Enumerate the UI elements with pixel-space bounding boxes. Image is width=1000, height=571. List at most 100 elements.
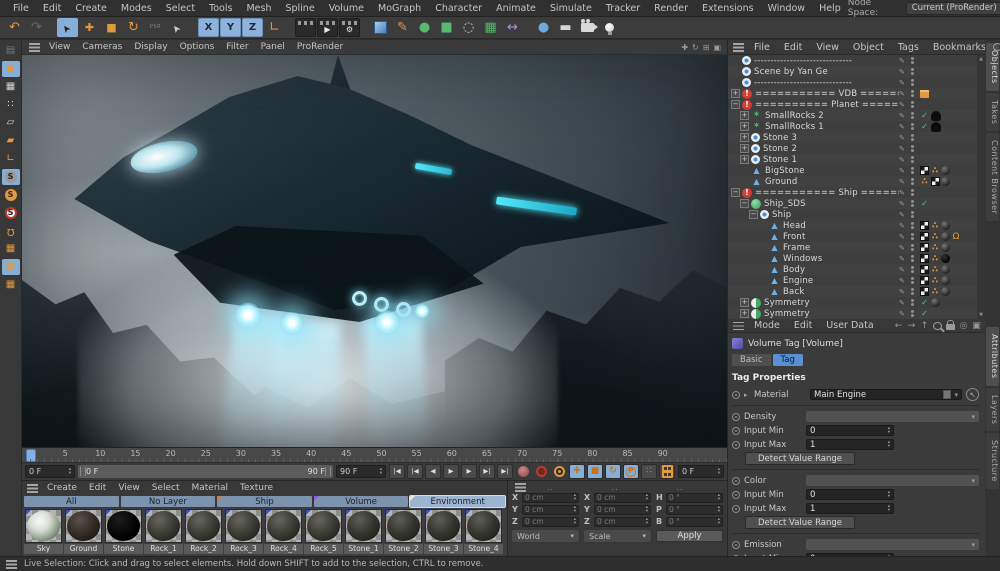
new-panel-icon[interactable]: ▣ — [972, 321, 981, 331]
panel-tab-structure[interactable]: Structure — [986, 433, 999, 490]
expander-icon[interactable]: + — [740, 298, 749, 307]
emission-dropdown[interactable]: ▾ — [806, 539, 979, 550]
stepper-icon[interactable]: ▴▾ — [718, 505, 720, 514]
detect-value-range-button[interactable]: Detect Value Range — [745, 516, 856, 529]
object-row-symmetry[interactable]: + Symmetry ✎ ✓ — [728, 308, 985, 319]
selection-button[interactable]: ➤ — [167, 18, 188, 37]
visibility-dots[interactable] — [911, 122, 917, 131]
object-row-smallrocks-2[interactable]: + ✶ SmallRocks 2 ✎ ✓ — [728, 110, 985, 121]
material-tag-icon[interactable] — [930, 298, 940, 307]
animation-dot-icon[interactable] — [732, 490, 740, 499]
align-workplane-button[interactable]: ▦ — [2, 277, 20, 293]
p-value-field-2[interactable]: 0 ° ▴ ▾ — [666, 504, 723, 515]
expander-icon[interactable]: + — [740, 144, 749, 153]
color-dropdown[interactable]: ▾ — [806, 475, 979, 486]
object-row-ship-sds[interactable]: − Ship_SDS ✎ ✓ — [728, 198, 985, 209]
menu-view[interactable]: View — [809, 42, 846, 53]
visibility-dots[interactable] — [911, 221, 917, 230]
menu-volume[interactable]: Volume — [322, 3, 371, 14]
key-scale-button[interactable]: ■ — [587, 464, 603, 480]
coordinate-system-button[interactable]: ∟ — [264, 18, 285, 37]
generators-button[interactable]: ■ — [436, 18, 457, 37]
layer-pencil-icon[interactable]: ✎ — [899, 211, 911, 219]
prev-key-button[interactable]: |◀ — [407, 464, 423, 480]
menu-render[interactable]: Render — [647, 3, 695, 14]
history-icon[interactable]: ◎ — [959, 321, 968, 331]
symmetry-tool-button[interactable]: ↔ — [502, 18, 523, 37]
material-tag-icon[interactable] — [941, 254, 950, 263]
object-row-front[interactable]: ▲ Front ✎ ∴ Ω — [728, 231, 985, 242]
material-rock-1[interactable]: Rock_1 — [144, 509, 183, 555]
render-settings-button[interactable]: ⚙ — [339, 18, 360, 37]
current-frame-field[interactable]: 0 F ▴ ▾ — [25, 465, 75, 479]
animation-dot-icon[interactable] — [732, 440, 740, 449]
x-value-field-1[interactable]: 0 cm ▴ ▾ — [594, 492, 651, 503]
end-frame-field[interactable]: 90 F ▴ ▾ — [336, 465, 386, 479]
expander-icon[interactable]: − — [749, 210, 758, 219]
fields-button[interactable]: ◌ — [458, 18, 479, 37]
object-row-windows[interactable]: ▲ Windows ✎ ∴ — [728, 253, 985, 264]
workplane-button[interactable]: ▦ — [2, 241, 20, 257]
goto-start-button[interactable]: |◀ — [389, 464, 405, 480]
visibility-dots[interactable] — [911, 155, 917, 164]
record-button[interactable] — [515, 464, 531, 479]
material-rock-4[interactable]: Rock_4 — [264, 509, 303, 555]
visibility-dots[interactable] — [911, 309, 917, 318]
panel-tab-attributes[interactable]: Attributes — [986, 327, 999, 386]
visibility-dots[interactable] — [911, 210, 917, 219]
phong-tag-icon[interactable]: ∴ — [931, 287, 940, 297]
visibility-dots[interactable] — [911, 276, 917, 285]
viewport-canvas[interactable] — [22, 55, 727, 448]
phong-tag-icon[interactable]: ∴ — [931, 166, 940, 176]
preview-range-slider[interactable]: 0 F 90 F — [78, 465, 333, 479]
material-tag-icon[interactable] — [941, 276, 950, 285]
h-value-field-2[interactable]: 0 ° ▴ ▾ — [666, 492, 723, 503]
object-row-back[interactable]: ▲ Back ✎ ∴ — [728, 286, 985, 297]
menu-animate[interactable]: Animate — [489, 3, 543, 14]
phong-tag-icon[interactable]: ∴ — [931, 254, 940, 264]
spline-pen-button[interactable]: ✎ — [392, 18, 413, 37]
stepper-icon[interactable]: ▴▾ — [888, 440, 890, 449]
phong-tag-icon[interactable]: ∴ — [931, 243, 940, 253]
menu-cameras[interactable]: Cameras — [76, 42, 128, 52]
scroll-up-icon[interactable]: ▲ — [979, 56, 983, 62]
menu-icon[interactable] — [6, 559, 17, 569]
material-tag-icon[interactable] — [941, 221, 950, 230]
visibility-dots[interactable] — [911, 89, 917, 98]
menu-file[interactable]: File — [6, 3, 36, 14]
menu-options[interactable]: Options — [174, 42, 221, 52]
layer-pencil-icon[interactable]: ✎ — [899, 57, 911, 65]
figure-tag-icon[interactable] — [930, 110, 941, 121]
expander-icon[interactable]: + — [740, 155, 749, 164]
render-check-icon[interactable]: ✓ — [920, 298, 929, 307]
search-icon[interactable] — [933, 321, 942, 330]
frame-field-right[interactable]: 0 F ▴ ▾ — [678, 465, 724, 479]
menu-tags[interactable]: Tags — [891, 42, 926, 53]
menu-user-data[interactable]: User Data — [819, 320, 880, 331]
material-tag-icon[interactable] — [941, 166, 950, 175]
visibility-dots[interactable] — [911, 287, 917, 296]
stepper-icon[interactable]: ▴▾ — [718, 467, 720, 476]
enable-snap-button[interactable]: S — [1, 169, 20, 185]
animation-dot-icon[interactable] — [732, 540, 740, 549]
z-axis-lock-button[interactable]: Z — [242, 18, 263, 37]
layer-tab-all[interactable]: All — [24, 496, 119, 508]
x-value-field-0[interactable]: 0 cm ▴ ▾ — [522, 492, 579, 503]
stepper-icon[interactable]: ▴▾ — [380, 467, 382, 476]
layer-pencil-icon[interactable]: ✎ — [899, 156, 911, 164]
menu-window[interactable]: Window — [761, 3, 812, 14]
object-row-item[interactable]: ------------------------------ ✎ — [728, 55, 985, 66]
redo-button[interactable]: ↷ — [26, 18, 47, 37]
object-row-symmetry[interactable]: + Symmetry ✎ ✓ — [728, 297, 985, 308]
expander-icon[interactable]: − — [740, 199, 749, 208]
menu-create[interactable]: Create — [41, 483, 83, 493]
object-row-stone-1[interactable]: + Stone 1 ✎ — [728, 154, 985, 165]
phong-tag-icon[interactable]: ∴ — [931, 221, 940, 231]
stepper-icon[interactable]: ▴▾ — [718, 493, 720, 502]
bell-tag-icon[interactable]: Ω — [952, 232, 961, 242]
menu-select[interactable]: Select — [159, 3, 202, 14]
layer-pencil-icon[interactable]: ✎ — [899, 134, 911, 142]
object-row-planet[interactable]: −!========== Planet ============✎ — [728, 99, 985, 110]
material-stone[interactable]: Stone — [104, 509, 143, 555]
object-row-item[interactable]: ------------------------------ ✎ — [728, 77, 985, 88]
